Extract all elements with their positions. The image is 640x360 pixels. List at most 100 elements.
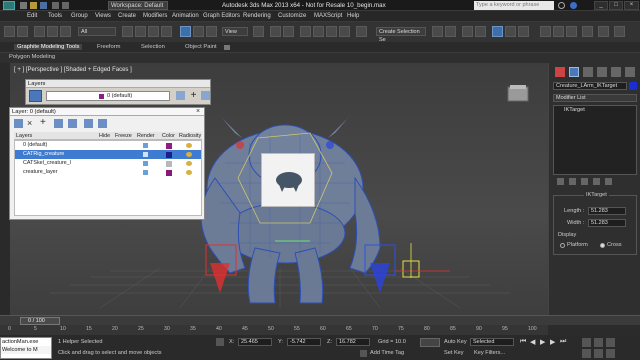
- menu-group[interactable]: Group: [71, 13, 88, 19]
- col-freeze[interactable]: Freeze: [115, 133, 132, 139]
- undo-toolbar-icon[interactable]: [4, 26, 15, 37]
- length-spinner[interactable]: 51.283: [588, 207, 626, 215]
- menu-customize[interactable]: Customize: [278, 13, 306, 19]
- menu-views[interactable]: Views: [95, 13, 111, 19]
- schematic-view-icon[interactable]: [505, 26, 516, 37]
- search-input[interactable]: Type a keyword or phrase: [474, 1, 554, 10]
- material-editor-icon[interactable]: [518, 26, 529, 37]
- viewport-label[interactable]: [ + ] [Perspective ] [Shaded + Edged Fac…: [14, 67, 132, 73]
- redo-icon[interactable]: [62, 2, 69, 9]
- go-to-end-icon[interactable]: ⏭: [560, 338, 566, 346]
- auto-key-button[interactable]: Auto Key: [444, 339, 467, 345]
- pivot-center-icon[interactable]: [253, 26, 264, 37]
- next-frame-icon[interactable]: ▶: [550, 338, 555, 346]
- add-selected-icon[interactable]: +: [40, 117, 46, 128]
- go-to-start-icon[interactable]: ⏮: [520, 338, 526, 346]
- spinner-snap-icon[interactable]: [339, 26, 350, 37]
- table-row[interactable]: 0 (default): [15, 141, 201, 150]
- set-key-mode-icon[interactable]: [420, 338, 440, 347]
- snap-toggle-icon[interactable]: [300, 26, 311, 37]
- configure-sets-icon[interactable]: [605, 178, 612, 185]
- render-production-icon[interactable]: [566, 26, 577, 37]
- move-tool-icon[interactable]: [180, 26, 191, 37]
- play-icon[interactable]: ▶: [540, 338, 545, 346]
- x-coordinate[interactable]: 25.465: [238, 338, 272, 346]
- mirror-icon[interactable]: [432, 26, 443, 37]
- maximize-viewport-icon[interactable]: [606, 349, 615, 358]
- menu-edit[interactable]: Edit: [27, 13, 37, 19]
- key-mode-dropdown[interactable]: Selected: [470, 338, 514, 346]
- render-setup-icon[interactable]: [540, 26, 551, 37]
- ribbon-subtitle[interactable]: Polygon Modeling: [9, 54, 55, 60]
- graphite-toggle-icon[interactable]: [475, 26, 486, 37]
- trackbar[interactable]: 0 5 10 15 20 25 30 35 40 45 50 55 60 65 70 75 80 85 90 95 10…: [0, 325, 548, 335]
- minimize-button[interactable]: _: [594, 1, 608, 10]
- layer-color-swatch[interactable]: [166, 143, 172, 149]
- render-icon[interactable]: [143, 143, 148, 148]
- y-coordinate[interactable]: -5.742: [287, 338, 321, 346]
- select-by-name-icon[interactable]: [135, 26, 146, 37]
- delete-layer-icon[interactable]: ×: [27, 118, 32, 128]
- radiosity-icon[interactable]: [186, 152, 192, 157]
- menu-graph-editors[interactable]: Graph Editors: [203, 13, 240, 19]
- quick-access-open-icon[interactable]: [30, 2, 37, 9]
- pan-icon[interactable]: [582, 349, 591, 358]
- percent-snap-icon[interactable]: [326, 26, 337, 37]
- make-unique-icon[interactable]: [581, 178, 588, 185]
- modifier-list-dropdown[interactable]: Modifier List: [553, 94, 637, 102]
- tab-object-paint[interactable]: Object Paint: [185, 44, 217, 50]
- link-icon[interactable]: [34, 26, 45, 37]
- keyboard-shortcut-icon[interactable]: [283, 26, 294, 37]
- render-icon[interactable]: [143, 161, 148, 166]
- object-color-swatch[interactable]: [629, 82, 637, 90]
- col-layers[interactable]: Layers: [16, 133, 32, 139]
- search-icon[interactable]: [558, 2, 565, 9]
- window-crossing-icon[interactable]: [161, 26, 172, 37]
- rollout-title[interactable]: IKTarget: [584, 192, 609, 198]
- menu-tools[interactable]: Tools: [48, 13, 62, 19]
- menu-maxscript[interactable]: MAXScript: [314, 13, 342, 19]
- quick-access-save-icon[interactable]: [40, 2, 47, 9]
- remove-modifier-icon[interactable]: [593, 178, 600, 185]
- col-radiosity[interactable]: Radiosity: [179, 133, 201, 139]
- z-coordinate[interactable]: 16.782: [336, 338, 370, 346]
- utilities-tab-icon[interactable]: [625, 67, 635, 77]
- angle-snap-icon[interactable]: [313, 26, 324, 37]
- render-icon[interactable]: [143, 152, 148, 157]
- align-icon[interactable]: [445, 26, 456, 37]
- col-render[interactable]: Render: [137, 133, 155, 139]
- highlight-selected-icon[interactable]: [68, 119, 77, 128]
- key-filters-button[interactable]: Key Filters...: [474, 350, 505, 356]
- time-slider-thumb[interactable]: 0 / 100: [20, 317, 60, 325]
- select-object-icon[interactable]: [122, 26, 133, 37]
- tab-graphite-modeling-tools[interactable]: Graphite Modeling Tools: [14, 44, 83, 50]
- current-layer-dropdown[interactable]: 0 (default): [46, 91, 170, 101]
- redo-toolbar-icon[interactable]: [17, 26, 28, 37]
- menu-modifiers[interactable]: Modifiers: [143, 13, 167, 19]
- tab-selection[interactable]: Selection: [141, 44, 165, 50]
- width-spinner[interactable]: 51.283: [588, 219, 626, 227]
- quick-access-new-icon[interactable]: [20, 2, 27, 9]
- radiosity-icon[interactable]: [186, 161, 192, 166]
- menu-rendering[interactable]: Rendering: [243, 13, 271, 19]
- rotate-tool-icon[interactable]: [193, 26, 204, 37]
- edit-named-selection-icon[interactable]: [356, 26, 367, 37]
- render-options-icon[interactable]: [614, 26, 625, 37]
- scale-tool-icon[interactable]: [206, 26, 217, 37]
- menu-help[interactable]: Help: [347, 13, 359, 19]
- create-tab-icon[interactable]: [555, 67, 565, 77]
- menu-animation[interactable]: Animation: [172, 13, 199, 19]
- select-layer-icon[interactable]: [201, 91, 210, 100]
- time-tag-icon[interactable]: [360, 350, 367, 357]
- add-to-layer-icon[interactable]: [176, 91, 185, 100]
- modify-tab-icon[interactable]: [569, 67, 579, 77]
- maximize-button[interactable]: □: [609, 1, 623, 10]
- hierarchy-tab-icon[interactable]: [583, 67, 593, 77]
- layer-manager-icon[interactable]: [462, 26, 473, 37]
- col-color[interactable]: Color: [162, 133, 175, 139]
- selection-filter-dropdown[interactable]: All: [78, 27, 116, 36]
- display-tab-icon[interactable]: [611, 67, 621, 77]
- help-icon[interactable]: [570, 2, 577, 9]
- maxscript-listener[interactable]: actionMan.exe Welcome to M: [0, 337, 52, 359]
- set-key-button[interactable]: Set Key: [444, 350, 464, 356]
